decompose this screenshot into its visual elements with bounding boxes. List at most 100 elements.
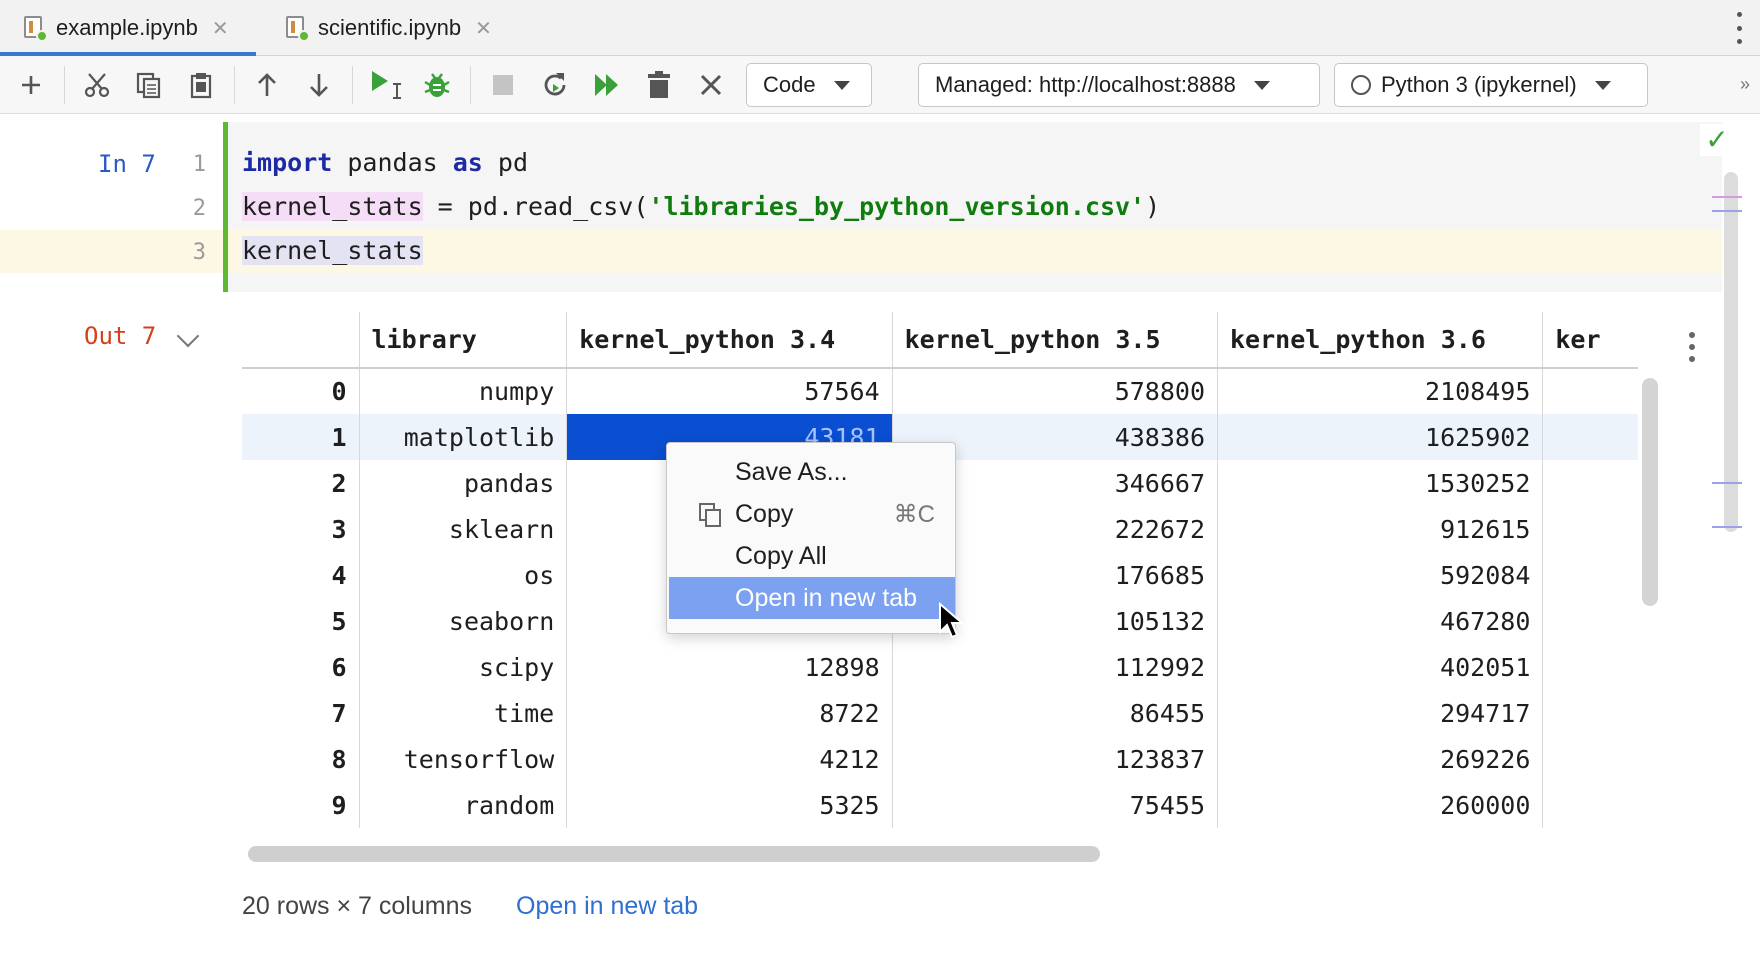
code-line-3[interactable]: kernel_stats (242, 236, 423, 265)
table-cell[interactable]: 5325 (566, 782, 893, 828)
menu-item-copy-all[interactable]: Copy All (669, 535, 955, 577)
error-stripe-mark[interactable] (1712, 196, 1742, 198)
copy-icon[interactable] (130, 66, 168, 104)
table-cell[interactable]: 1530252 (1217, 460, 1544, 506)
error-stripe-mark[interactable] (1712, 526, 1742, 528)
table-cell[interactable]: time (359, 690, 568, 736)
menu-item-copy[interactable]: Copy ⌘C (669, 493, 955, 535)
menu-item-save-as[interactable]: Save As... (669, 451, 955, 493)
table-cell[interactable]: 12898 (566, 644, 893, 690)
delete-icon[interactable] (640, 66, 678, 104)
table-cell[interactable]: os (359, 552, 568, 598)
line-number: 1 (192, 152, 206, 177)
table-cell[interactable]: 592084 (1217, 552, 1544, 598)
table-cell[interactable]: 912615 (1217, 506, 1544, 552)
error-stripe-mark[interactable] (1712, 210, 1742, 212)
cut-icon[interactable] (78, 66, 116, 104)
table-cell[interactable]: 578800 (892, 368, 1219, 414)
collapse-output-icon[interactable] (176, 324, 200, 348)
editor-scrollbar[interactable] (1724, 172, 1738, 532)
table-cell[interactable]: 467280 (1217, 598, 1544, 644)
table-size-summary: 20 rows × 7 columns (242, 892, 472, 920)
move-down-icon[interactable] (300, 66, 338, 104)
column-header[interactable]: kernel_python 3.6 (1217, 312, 1544, 369)
menu-item-label: Open in new tab (735, 583, 918, 612)
row-index: 2 (242, 460, 360, 506)
table-cell[interactable]: numpy (359, 368, 568, 414)
kernel-select[interactable]: Python 3 (ipykernel) (1334, 63, 1648, 107)
table-cell[interactable]: 57564 (566, 368, 893, 414)
table-cell[interactable]: 8722 (566, 690, 893, 736)
open-in-new-tab-link[interactable]: Open in new tab (516, 892, 698, 921)
debug-icon[interactable] (418, 66, 456, 104)
table-cell[interactable]: 75455 (892, 782, 1219, 828)
table-cell[interactable]: 269226 (1217, 736, 1544, 782)
tab-label: example.ipynb (56, 15, 198, 40)
tab-scientific-ipynb[interactable]: scientific.ipynb ✕ (270, 0, 506, 56)
table-cell[interactable]: 294717 (1217, 690, 1544, 736)
cell-type-select[interactable]: Code (746, 63, 872, 107)
table-row[interactable]: 7 time 8722 86455 294717 (242, 690, 1638, 736)
menu-item-label: Save As... (735, 457, 848, 486)
table-cell[interactable]: 2108495 (1217, 368, 1544, 414)
row-index: 0 (242, 368, 360, 414)
output-prompt-label: Out 7 (84, 322, 157, 350)
run-cell-icon[interactable] (364, 66, 408, 104)
server-value: Managed: http://localhost:8888 (935, 72, 1236, 97)
mouse-cursor-icon (939, 602, 964, 639)
table-cell[interactable]: 123837 (892, 736, 1219, 782)
table-cell[interactable]: 86455 (892, 690, 1219, 736)
column-header[interactable]: kernel_python 3.4 (566, 312, 893, 369)
code-text: pandas (332, 148, 453, 177)
table-row[interactable]: 9 random 5325 75455 260000 (242, 782, 1638, 828)
column-header[interactable]: library (359, 312, 568, 369)
table-cell[interactable]: 1625902 (1217, 414, 1544, 460)
code-line-1[interactable]: import pandas as pd (242, 148, 528, 177)
error-stripe-mark[interactable] (1712, 482, 1742, 484)
notebook-file-icon (22, 14, 48, 42)
table-header-row: library kernel_python 3.4 kernel_python … (242, 312, 1638, 369)
table-vertical-scrollbar[interactable] (1642, 378, 1658, 606)
table-cell[interactable]: tensorflow (359, 736, 568, 782)
column-header[interactable]: kernel_python 3.5 (892, 312, 1219, 369)
close-tab-icon[interactable]: ✕ (475, 16, 492, 41)
variable-token: kernel_stats (242, 192, 423, 221)
table-cell[interactable]: scipy (359, 644, 568, 690)
string-literal: 'libraries_by_python_version.csv' (648, 192, 1146, 221)
toolbar-overflow-icon[interactable]: » (1740, 74, 1750, 95)
tab-label: scientific.ipynb (318, 15, 462, 40)
move-up-icon[interactable] (248, 66, 286, 104)
line-number: 3 (192, 240, 206, 265)
code-line-2[interactable]: kernel_stats = pd.read_csv('libraries_by… (242, 192, 1160, 221)
row-index: 7 (242, 690, 360, 736)
table-cell[interactable]: 4212 (566, 736, 893, 782)
table-cell[interactable]: pandas (359, 460, 568, 506)
table-cell[interactable]: seaborn (359, 598, 568, 644)
row-index: 9 (242, 782, 360, 828)
table-cell[interactable]: 112992 (892, 644, 1219, 690)
column-header[interactable] (242, 312, 360, 369)
server-select[interactable]: Managed: http://localhost:8888 (918, 63, 1320, 107)
table-cell[interactable]: matplotlib (359, 414, 568, 460)
table-cell[interactable]: 260000 (1217, 782, 1544, 828)
table-cell[interactable]: sklearn (359, 506, 568, 552)
menu-item-open-in-new-tab[interactable]: Open in new tab (669, 577, 955, 619)
table-horizontal-scrollbar[interactable] (248, 846, 1100, 862)
close-tab-icon[interactable]: ✕ (212, 16, 229, 41)
table-cell[interactable]: 402051 (1217, 644, 1544, 690)
table-row[interactable]: 0 numpy 57564 578800 2108495 (242, 368, 1638, 414)
table-row[interactable]: 6 scipy 12898 112992 402051 (242, 644, 1638, 690)
table-row[interactable]: 8 tensorflow 4212 123837 269226 (242, 736, 1638, 782)
menu-item-shortcut: ⌘C (893, 500, 935, 528)
run-all-icon[interactable] (588, 66, 626, 104)
table-cell[interactable]: random (359, 782, 568, 828)
stop-icon[interactable] (484, 66, 522, 104)
add-cell-icon[interactable] (12, 66, 50, 104)
column-header[interactable]: ker (1542, 312, 1638, 369)
tab-example-ipynb[interactable]: example.ipynb ✕ (0, 0, 256, 56)
clear-icon[interactable] (692, 66, 730, 104)
restart-icon[interactable] (536, 66, 574, 104)
more-options-icon[interactable] (1734, 12, 1744, 44)
paste-icon[interactable] (182, 66, 220, 104)
table-options-icon[interactable] (1688, 332, 1696, 362)
